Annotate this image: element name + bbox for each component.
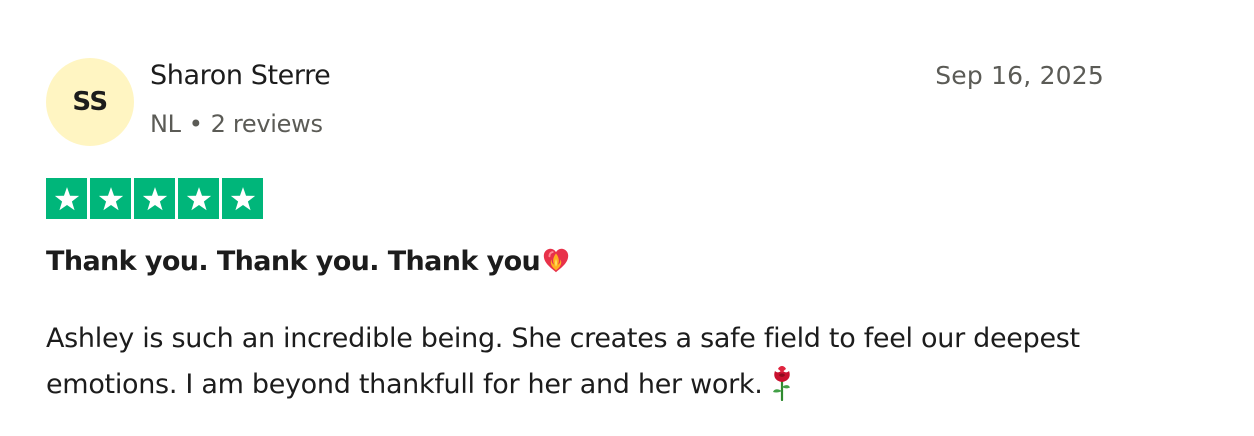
white-star-icon — [98, 186, 123, 210]
avatar[interactable]: SS — [46, 58, 134, 146]
star-rating — [46, 178, 263, 219]
star-box — [90, 178, 131, 219]
star-box — [222, 178, 263, 219]
review-body-text: Ashley is such an incredible being. She … — [46, 323, 1080, 400]
star-box — [134, 178, 175, 219]
reviewer-name[interactable]: Sharon Sterre — [150, 60, 331, 91]
white-star-icon — [186, 186, 211, 210]
reviewer-country: NL — [150, 110, 181, 138]
review-card: SS Sharon Sterre NL • 2 reviews Sep 16, … — [0, 0, 1254, 436]
white-star-icon — [54, 186, 79, 210]
white-star-icon — [230, 186, 255, 210]
heart-on-fire-icon — [543, 248, 569, 273]
rose-icon — [772, 366, 790, 402]
review-date: Sep 16, 2025 — [935, 61, 1104, 90]
review-title[interactable]: Thank you. Thank you. Thank you — [46, 245, 571, 277]
white-star-icon — [142, 186, 167, 210]
star-box — [178, 178, 219, 219]
reviewer-meta: NL • 2 reviews — [150, 110, 323, 138]
reviewer-review-count[interactable]: 2 reviews — [211, 110, 323, 138]
star-box — [46, 178, 87, 219]
meta-separator: • — [188, 110, 203, 138]
review-title-text: Thank you. Thank you. Thank you — [46, 246, 541, 277]
avatar-initials: SS — [72, 87, 108, 117]
review-body: Ashley is such an incredible being. She … — [46, 316, 1106, 408]
